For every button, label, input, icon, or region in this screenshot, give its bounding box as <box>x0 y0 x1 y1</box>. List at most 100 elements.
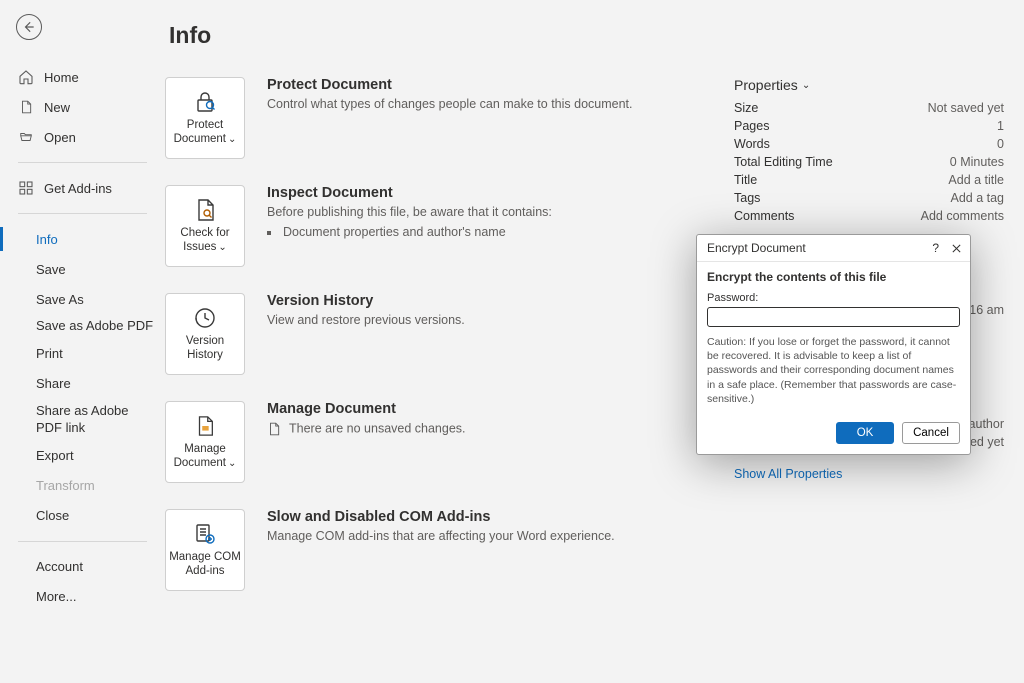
encrypt-dialog: Encrypt Document ? Encrypt the contents … <box>696 234 971 455</box>
dialog-caution: Caution: If you lose or forget the passw… <box>707 335 960 406</box>
com-addins-icon <box>193 521 217 547</box>
document-icon <box>18 99 34 115</box>
nav-label: Save as Adobe PDF <box>36 318 153 335</box>
properties-heading: Properties <box>734 77 798 93</box>
prop-words: Words0 <box>734 137 1004 151</box>
nav-label: Share <box>36 376 71 391</box>
nav-print[interactable]: Print <box>14 339 155 369</box>
nav-share[interactable]: Share <box>14 369 155 399</box>
version-history-tile[interactable]: Version History <box>165 293 245 375</box>
nav-label: Print <box>36 346 63 361</box>
section-heading: Slow and Disabled COM Add-ins <box>267 509 615 525</box>
tile-label: Version History <box>168 335 242 363</box>
section-heading: Version History <box>267 293 465 309</box>
nav-label: Transform <box>36 478 95 493</box>
nav-close[interactable]: Close <box>14 501 155 531</box>
nav-save-as[interactable]: Save As <box>14 284 155 314</box>
prop-comments[interactable]: CommentsAdd comments <box>734 209 1004 223</box>
section-manage: Manage Document⌄ Manage Document There a… <box>165 401 704 483</box>
tile-label: Manage Document <box>174 443 226 469</box>
inspect-icon <box>193 197 217 223</box>
history-icon <box>193 305 217 331</box>
chevron-down-icon: ⌄ <box>802 80 810 91</box>
prop-title[interactable]: TitleAdd a title <box>734 173 1004 187</box>
nav-separator <box>18 213 147 214</box>
tile-label: Protect Document <box>174 119 226 145</box>
prop-editing-time: Total Editing Time0 Minutes <box>734 155 1004 169</box>
show-all-properties[interactable]: Show All Properties <box>734 467 842 481</box>
section-desc: View and restore previous versions. <box>267 313 465 327</box>
nav-separator <box>18 541 147 542</box>
manage-document-tile[interactable]: Manage Document⌄ <box>165 401 245 483</box>
dialog-title: Encrypt Document <box>707 241 806 255</box>
dialog-titlebar: Encrypt Document ? <box>697 235 970 262</box>
section-version: Version History Version History View and… <box>165 293 704 375</box>
encrypt-dialog-wrapper: Encrypt Document ? Encrypt the contents … <box>696 234 971 412</box>
nav-get-addins[interactable]: Get Add-ins <box>14 173 155 203</box>
nav-info[interactable]: Info <box>14 224 155 254</box>
chevron-down-icon: ⌄ <box>218 242 226 253</box>
password-label: Password: <box>707 292 960 304</box>
document-small-icon <box>267 421 283 437</box>
inspect-bullet: Document properties and author's name <box>281 225 552 239</box>
section-heading: Manage Document <box>267 401 466 417</box>
backstage-sidebar: Home New Open Get Add-ins Info Save Save… <box>0 0 155 683</box>
prop-size: SizeNot saved yet <box>734 101 1004 115</box>
document-manage-icon <box>194 413 216 439</box>
section-desc: There are no unsaved changes. <box>289 421 466 435</box>
nav-open[interactable]: Open <box>14 122 155 152</box>
nav-save-adobe-pdf[interactable]: Save as Adobe PDF <box>14 314 155 339</box>
nav-export[interactable]: Export <box>14 441 155 471</box>
home-icon <box>18 69 34 85</box>
chevron-down-icon: ⌄ <box>228 458 236 469</box>
nav-account[interactable]: Account <box>14 552 155 582</box>
nav-list: Home New Open Get Add-ins Info Save Save… <box>14 62 155 612</box>
nav-label: Info <box>36 232 58 247</box>
cancel-button[interactable]: Cancel <box>902 422 960 444</box>
prop-pages: Pages1 <box>734 119 1004 133</box>
section-desc: Manage COM add-ins that are affecting yo… <box>267 529 615 543</box>
nav-label: Account <box>36 559 83 574</box>
help-button[interactable]: ? <box>932 241 939 255</box>
section-desc: Before publishing this file, be aware th… <box>267 205 552 219</box>
section-com-addins: Manage COM Add-ins Slow and Disabled COM… <box>165 509 704 591</box>
nav-label: Save <box>36 262 66 277</box>
nav-separator <box>18 162 147 163</box>
nav-label: New <box>44 100 70 115</box>
password-input[interactable] <box>707 307 960 327</box>
ok-button[interactable]: OK <box>836 422 894 444</box>
prop-tags[interactable]: TagsAdd a tag <box>734 191 1004 205</box>
nav-share-adobe-link[interactable]: Share as Adobe PDF link <box>14 399 155 441</box>
nav-label: Close <box>36 508 69 523</box>
nav-save[interactable]: Save <box>14 254 155 284</box>
close-button[interactable] <box>951 243 962 254</box>
folder-open-icon <box>18 130 34 144</box>
nav-transform: Transform <box>14 471 155 501</box>
nav-label: Save As <box>36 292 84 307</box>
section-heading: Protect Document <box>267 77 633 93</box>
nav-new[interactable]: New <box>14 92 155 122</box>
nav-label: Get Add-ins <box>44 181 112 196</box>
page-title: Info <box>165 22 1014 49</box>
section-heading: Inspect Document <box>267 185 552 201</box>
back-button[interactable] <box>16 14 42 40</box>
protect-document-tile[interactable]: Protect Document⌄ <box>165 77 245 159</box>
nav-more[interactable]: More... <box>14 582 155 612</box>
nav-label: Home <box>44 70 79 85</box>
nav-label: Export <box>36 448 74 463</box>
info-panel: Info Protect Document⌄ Protect Document … <box>155 0 1024 683</box>
section-desc: Control what types of changes people can… <box>267 97 633 111</box>
manage-com-addins-tile[interactable]: Manage COM Add-ins <box>165 509 245 591</box>
properties-dropdown[interactable]: Properties ⌄ <box>734 77 1004 93</box>
dialog-subtitle: Encrypt the contents of this file <box>707 270 960 284</box>
lock-icon <box>192 89 218 115</box>
nav-home[interactable]: Home <box>14 62 155 92</box>
section-protect: Protect Document⌄ Protect Document Contr… <box>165 77 704 159</box>
addins-icon <box>18 180 34 196</box>
close-icon <box>951 243 962 254</box>
check-for-issues-tile[interactable]: Check for Issues⌄ <box>165 185 245 267</box>
nav-label: More... <box>36 589 76 604</box>
nav-label: Open <box>44 130 76 145</box>
chevron-down-icon: ⌄ <box>228 134 236 145</box>
section-inspect: Check for Issues⌄ Inspect Document Befor… <box>165 185 704 267</box>
